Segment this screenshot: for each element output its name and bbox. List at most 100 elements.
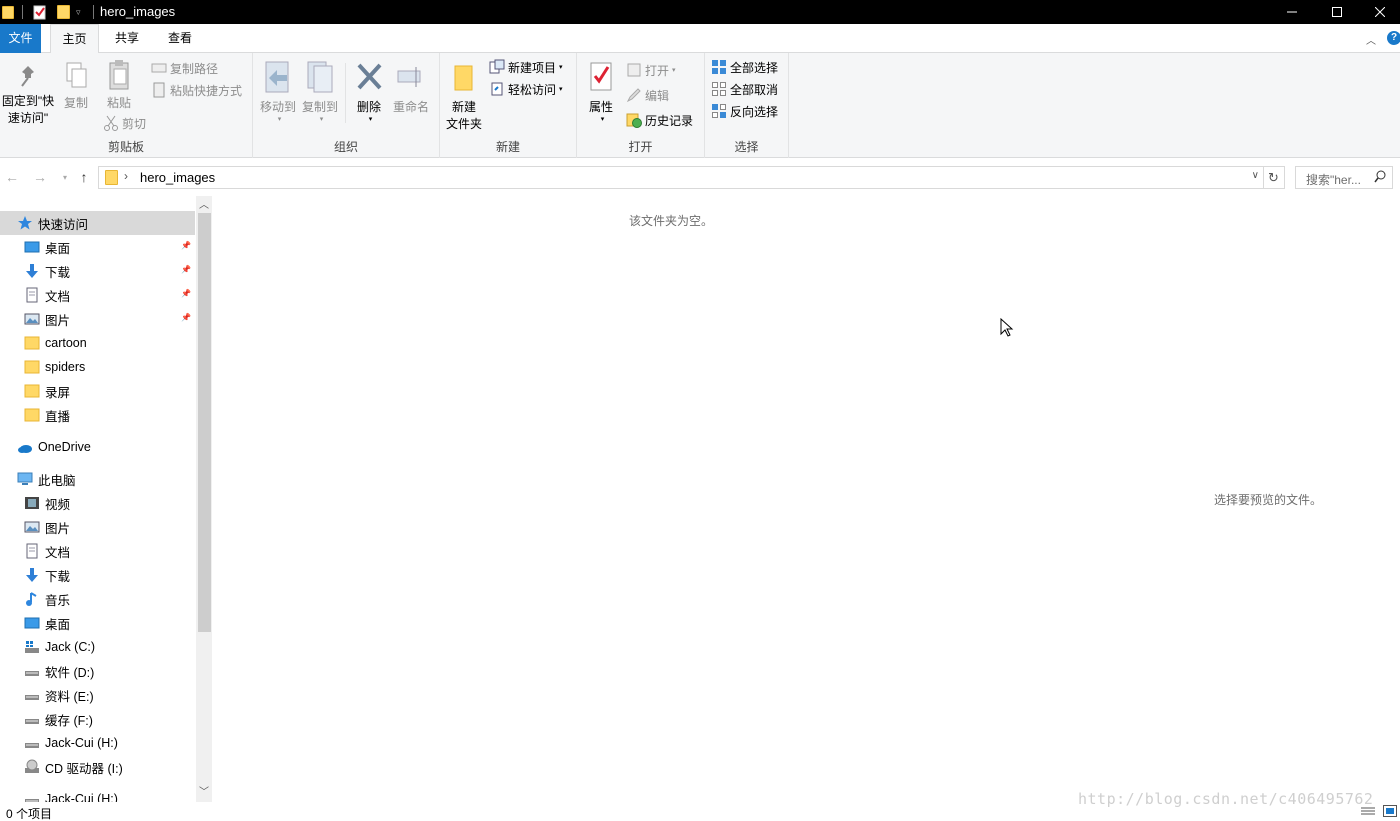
nav-quick-item[interactable]: spiders: [0, 355, 195, 379]
large-icons-view-icon[interactable]: [1383, 805, 1397, 820]
select-none-label: 全部取消: [730, 82, 779, 97]
easy-access-label: 轻松访问: [508, 82, 557, 97]
copy-path-button[interactable]: 复制路径: [151, 58, 218, 78]
mouse-cursor-icon: [1000, 318, 1014, 337]
tab-share[interactable]: 共享: [106, 24, 148, 53]
nav-onedrive[interactable]: OneDrive: [0, 435, 195, 459]
ribbon: 固定到"快 速访问" 复制 粘贴 复制路径 粘贴快捷方式 剪切 剪贴板 移动到 …: [0, 53, 1400, 158]
select-group: 全部选择 全部取消 反向选择 选择: [705, 53, 789, 158]
computer-icon: [17, 471, 33, 487]
new-item-icon: [489, 59, 505, 75]
select-all-button[interactable]: 全部选择: [711, 57, 778, 77]
nav-pc-item[interactable]: 桌面: [0, 611, 195, 635]
nav-pc-item[interactable]: CD 驱动器 (I:): [0, 755, 195, 779]
pin-to-quick-access-button[interactable]: 固定到"快 速访问": [0, 63, 56, 126]
tab-home[interactable]: 主页: [50, 24, 99, 54]
invert-selection-button[interactable]: 反向选择: [711, 101, 778, 121]
nav-pc-item[interactable]: Jack-Cui (H:): [0, 787, 195, 802]
minimize-button[interactable]: [1269, 0, 1315, 24]
collapse-ribbon-icon[interactable]: ︿: [1366, 32, 1376, 47]
history-button[interactable]: 历史记录: [626, 110, 693, 130]
nav-pc-item[interactable]: 视频: [0, 491, 195, 515]
pin-icon: 📌: [181, 241, 191, 250]
nav-quick-item[interactable]: 图片 📌: [0, 307, 195, 331]
nav-item-label: 软件 (D:): [45, 665, 95, 680]
address-bar[interactable]: › hero_images ∨: [98, 166, 1264, 189]
nav-pc-item[interactable]: 缓存 (F:): [0, 707, 195, 731]
select-none-icon: [711, 81, 727, 97]
search-input[interactable]: 搜索"her...: [1295, 166, 1393, 189]
open-group: 属性 ▾ 打开 ▾ 编辑 历史记录 打开: [577, 53, 705, 158]
move-to-label: 移动到: [259, 100, 296, 114]
back-arrow-icon[interactable]: ←: [3, 167, 21, 187]
select-none-button[interactable]: 全部取消: [711, 79, 778, 99]
new-folder-quick-icon[interactable]: [57, 3, 70, 21]
organize-group-label: 组织: [333, 140, 358, 154]
search-icon[interactable]: [1374, 170, 1386, 187]
paste-shortcut-button[interactable]: 粘贴快捷方式: [151, 80, 242, 100]
nav-item-label: 视频: [45, 497, 71, 512]
refresh-button[interactable]: ↻: [1263, 166, 1285, 189]
nav-quick-item[interactable]: 直播: [0, 403, 195, 427]
copy-icon: [66, 62, 87, 88]
new-folder-label-line2: 文件夹: [445, 117, 482, 131]
window-title: hero_images: [100, 4, 176, 19]
nav-item-icon: [24, 711, 40, 727]
copy-button[interactable]: 复制: [58, 61, 94, 111]
nav-pc-item[interactable]: 资料 (E:): [0, 683, 195, 707]
nav-pc-item[interactable]: 音乐: [0, 587, 195, 611]
customize-quick-access-icon[interactable]: ▿: [76, 3, 81, 21]
properties-quick-icon[interactable]: [33, 3, 47, 21]
delete-button[interactable]: 删除 ▾: [351, 61, 387, 123]
nav-pc-item[interactable]: 图片: [0, 515, 195, 539]
tab-file[interactable]: 文件: [0, 24, 41, 53]
empty-folder-message: 该文件夹为空。: [629, 214, 714, 228]
breadcrumb-chevron-icon[interactable]: ›: [124, 169, 128, 183]
nav-quick-access[interactable]: 快速访问: [0, 211, 195, 235]
clipboard-group-label: 剪贴板: [107, 140, 144, 154]
move-to-button[interactable]: 移动到 ▾: [258, 61, 298, 123]
nav-quick-item[interactable]: 文档 📌: [0, 283, 195, 307]
easy-access-button[interactable]: 轻松访问 ▾: [489, 79, 563, 99]
nav-item-label: 直播: [45, 409, 71, 424]
open-button[interactable]: 打开 ▾: [626, 60, 676, 80]
address-dropdown-icon[interactable]: ∨: [1252, 170, 1259, 181]
copy-to-icon: [307, 61, 333, 93]
nav-item-label: 缓存 (F:): [45, 713, 93, 728]
cut-button[interactable]: 剪切: [103, 113, 146, 133]
nav-pc-item[interactable]: 文档: [0, 539, 195, 563]
help-icon[interactable]: ?: [1387, 31, 1400, 45]
new-item-button[interactable]: 新建项目 ▾: [489, 57, 563, 77]
new-folder-button[interactable]: 新建 文件夹: [444, 61, 484, 132]
scroll-up-icon[interactable]: ︿: [196, 198, 212, 214]
maximize-button[interactable]: [1314, 0, 1360, 24]
nav-scrollbar-thumb[interactable]: [198, 213, 211, 632]
nav-quick-item[interactable]: cartoon: [0, 331, 195, 355]
nav-quick-item[interactable]: 录屏: [0, 379, 195, 403]
nav-quick-item[interactable]: 桌面 📌: [0, 235, 195, 259]
edit-button[interactable]: 编辑: [626, 85, 669, 105]
nav-item-icon: [24, 239, 40, 255]
forward-arrow-icon[interactable]: →: [31, 167, 49, 187]
nav-item-label: 音乐: [45, 593, 71, 608]
nav-quick-item[interactable]: 下载 📌: [0, 259, 195, 283]
scroll-down-icon[interactable]: ﹀: [196, 785, 212, 801]
nav-pc-item[interactable]: 软件 (D:): [0, 659, 195, 683]
up-arrow-icon[interactable]: ↑: [75, 167, 93, 187]
properties-button[interactable]: 属性 ▾: [583, 61, 619, 123]
recent-locations-icon[interactable]: ▾: [56, 167, 74, 187]
copy-to-button[interactable]: 复制到 ▾: [300, 61, 340, 123]
paste-button[interactable]: 粘贴: [100, 59, 138, 111]
rename-button[interactable]: 重命名: [391, 61, 431, 115]
nav-this-pc[interactable]: 此电脑: [0, 467, 195, 491]
address-path[interactable]: hero_images: [140, 170, 215, 185]
nav-pc-item[interactable]: 下载: [0, 563, 195, 587]
tab-view[interactable]: 查看: [158, 24, 202, 53]
nav-item-icon: [24, 311, 40, 327]
nav-pc-item[interactable]: Jack-Cui (H:): [0, 731, 195, 755]
close-button[interactable]: [1360, 0, 1400, 24]
details-view-icon[interactable]: [1361, 806, 1375, 820]
nav-pc-item[interactable]: Jack (C:): [0, 635, 195, 659]
nav-item-icon: [24, 495, 40, 511]
address-folder-icon: [105, 170, 118, 185]
